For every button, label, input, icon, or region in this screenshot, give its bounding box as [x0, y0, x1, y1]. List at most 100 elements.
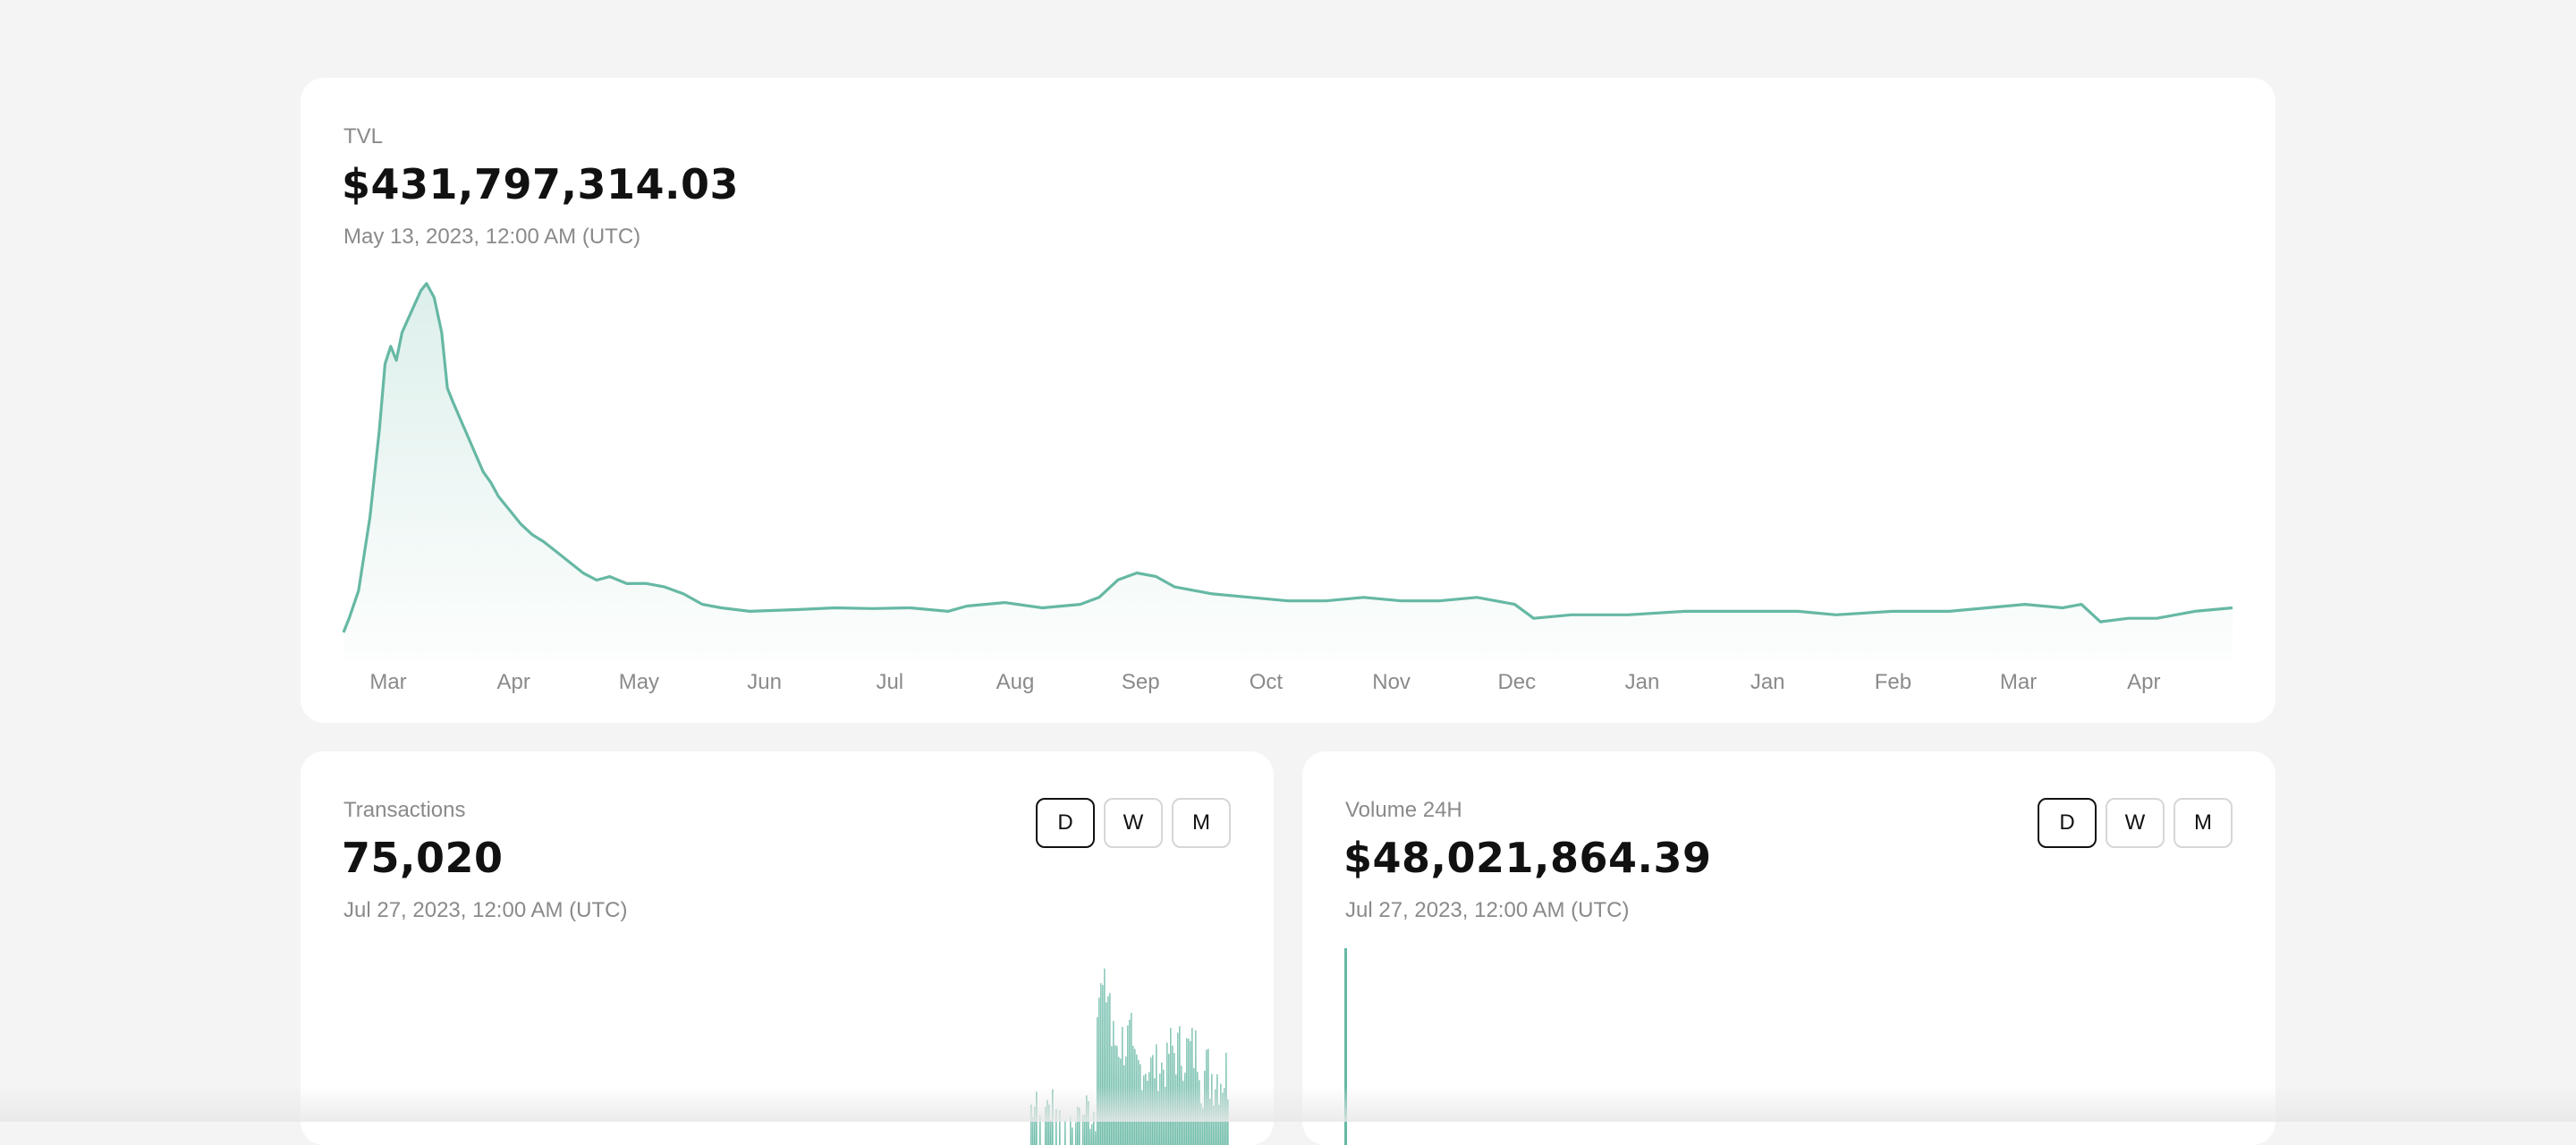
transactions-card: Transactions 75,020 Jul 27, 2023, 12:00 … [301, 751, 1274, 1145]
transactions-bar [1157, 1090, 1159, 1145]
tvl-area [343, 284, 2233, 659]
transactions-bar [1075, 1122, 1077, 1145]
transactions-bar [1045, 1107, 1046, 1145]
transactions-bar [1152, 1055, 1154, 1145]
transactions-bar [1138, 1059, 1140, 1145]
transactions-bar [1143, 1075, 1145, 1145]
transactions-bar [1084, 1114, 1086, 1145]
x-tick-label: Jun [747, 670, 782, 694]
transactions-bar [1039, 1115, 1041, 1145]
transactions-bar [1156, 1044, 1157, 1145]
transactions-bar [1204, 1071, 1206, 1145]
transactions-bar [1125, 1056, 1127, 1145]
transactions-bar [1188, 1039, 1190, 1145]
transactions-bar [1208, 1048, 1209, 1145]
x-tick-label: Mar [369, 670, 407, 694]
transactions-bar [1131, 1013, 1132, 1145]
transactions-bar [1059, 1110, 1061, 1145]
transactions-bar [1218, 1104, 1220, 1145]
x-tick-label: Jul [876, 670, 904, 694]
volume-card: Volume 24H $48,021,864.39 Jul 27, 2023, … [1302, 751, 2275, 1145]
x-tick-label: May [618, 670, 660, 694]
transactions-bar [1195, 1030, 1197, 1145]
transactions-bar [1227, 1099, 1229, 1145]
transactions-bar [1193, 1067, 1195, 1145]
transactions-bar [1052, 1089, 1054, 1145]
transactions-bar [1070, 1116, 1072, 1145]
transactions-bar [1046, 1099, 1048, 1145]
transactions-bar [1118, 1056, 1120, 1145]
x-tick-label: Apr [496, 670, 530, 694]
transactions-bar [1211, 1073, 1213, 1145]
transactions-bar [1175, 1074, 1177, 1145]
transactions-bar [1179, 1026, 1181, 1145]
transactions-chart[interactable] [301, 751, 1274, 1145]
transactions-bar [1191, 1028, 1193, 1145]
transactions-bar [1172, 1045, 1174, 1145]
transactions-bar [1055, 1109, 1057, 1145]
transactions-bar [1123, 1064, 1125, 1145]
transactions-bar [1199, 1080, 1200, 1145]
transactions-bar [1209, 1098, 1211, 1145]
volume-chart[interactable] [1302, 751, 2275, 1145]
transactions-bar [1154, 1078, 1156, 1145]
transactions-bar [1148, 1072, 1150, 1145]
transactions-bar [1089, 1128, 1091, 1145]
transactions-bar [1104, 968, 1106, 1145]
transactions-bar [1114, 1045, 1116, 1145]
transactions-bar [1097, 1017, 1098, 1145]
transactions-bar [1082, 1115, 1084, 1145]
transactions-bar [1225, 1052, 1227, 1145]
transactions-bar [1215, 1089, 1216, 1145]
transactions-bar [1086, 1095, 1088, 1145]
x-tick-label: Aug [996, 670, 1035, 694]
transactions-bar [1197, 1072, 1199, 1145]
transactions-bar [1107, 996, 1109, 1145]
transactions-bar [1122, 1026, 1123, 1145]
transactions-bar [1077, 1107, 1079, 1145]
x-tick-label: Mar [1999, 670, 2038, 694]
transactions-bar [1206, 1049, 1208, 1145]
transactions-bar [1200, 1103, 1202, 1145]
transactions-bar [1147, 1081, 1148, 1145]
tvl-line [342, 282, 2233, 633]
transactions-bar [1184, 1073, 1186, 1145]
transactions-bar [1132, 1046, 1134, 1145]
transactions-bar [1182, 1081, 1184, 1145]
transactions-bar [1100, 983, 1102, 1145]
tvl-chart[interactable] [301, 78, 2275, 723]
x-tick-label: Nov [1372, 670, 1411, 694]
transactions-bar [1161, 1062, 1163, 1145]
transactions-bar [1145, 1073, 1147, 1145]
transactions-bar [1050, 1120, 1052, 1145]
transactions-bar [1079, 1107, 1080, 1145]
transactions-bar [1034, 1107, 1036, 1145]
volume-bar [1344, 948, 1347, 1145]
transactions-bar [1170, 1027, 1172, 1145]
transactions-bar [1030, 1104, 1032, 1145]
transactions-bar [1072, 1127, 1073, 1145]
transactions-bar [1106, 1002, 1107, 1145]
transactions-bar [1127, 1025, 1129, 1145]
transactions-bar [1064, 1120, 1066, 1145]
x-tick-label: Feb [1874, 670, 1912, 694]
transactions-bar [1159, 1073, 1161, 1145]
transactions-bar [1129, 1019, 1131, 1145]
transactions-bar [1202, 1107, 1204, 1145]
transactions-bar [1213, 1105, 1215, 1145]
x-tick-label: Sep [1121, 670, 1160, 694]
transactions-bar [1098, 997, 1100, 1145]
transactions-bar [1166, 1042, 1168, 1145]
transactions-bar [1165, 1087, 1166, 1145]
transactions-bar [1216, 1073, 1218, 1145]
transactions-bars [1030, 968, 1229, 1145]
transactions-bar [1120, 1058, 1122, 1145]
transactions-bar [1168, 1054, 1170, 1145]
transactions-bar [1113, 1021, 1114, 1145]
transactions-bar [1116, 1046, 1118, 1145]
x-tick-label: Apr [2127, 670, 2161, 694]
transactions-bar [1088, 1100, 1089, 1145]
transactions-bar [1220, 1083, 1222, 1145]
transactions-bar [1102, 985, 1104, 1145]
transactions-bar [1190, 1040, 1191, 1145]
